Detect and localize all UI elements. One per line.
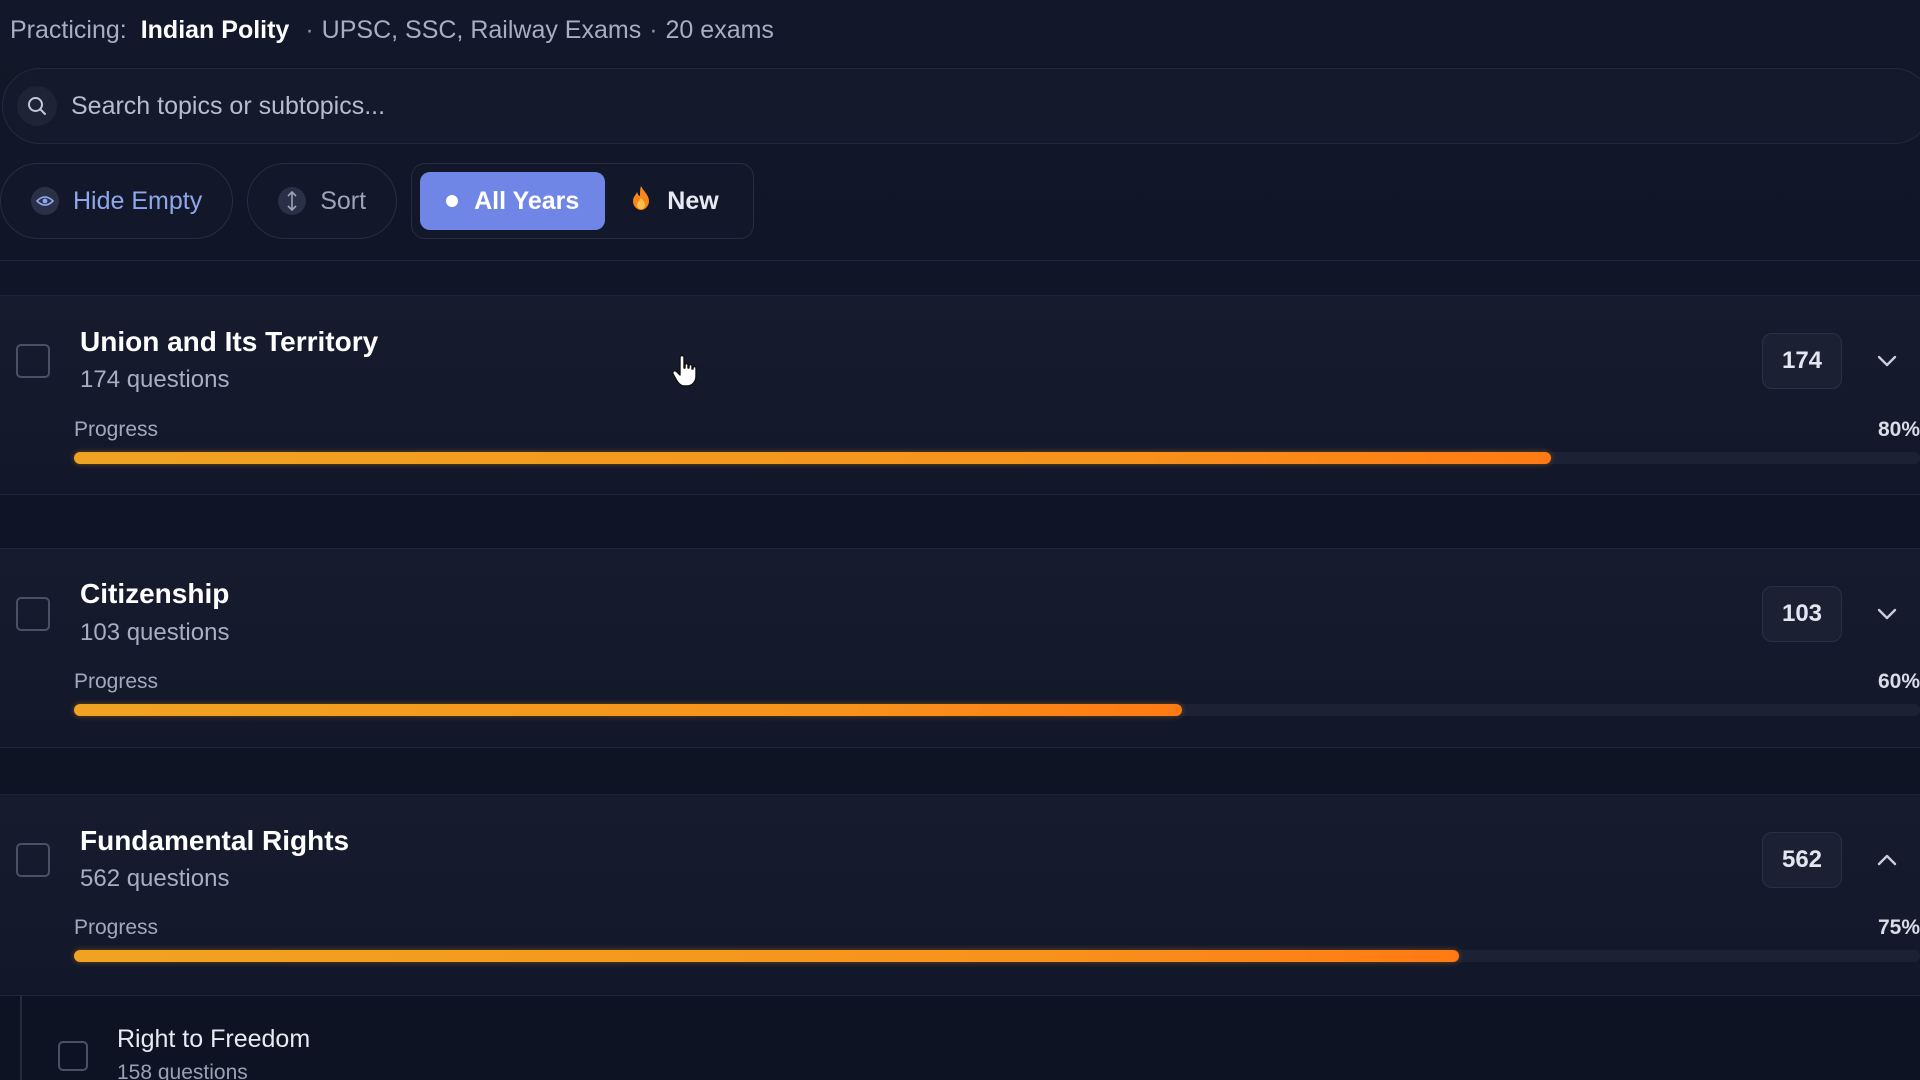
progress-track xyxy=(74,704,1920,716)
divider xyxy=(0,260,1920,261)
exam-list: UPSC, SSC, Railway Exams xyxy=(321,15,642,44)
subtopic-question-count: 158 questions xyxy=(117,1061,248,1080)
topic-question-count: 174 questions xyxy=(80,366,230,393)
subtopic-tree-line xyxy=(20,995,22,1080)
chevron-down-icon[interactable] xyxy=(1872,599,1902,629)
topic-title: Union and Its Territory xyxy=(80,326,379,357)
subtopic-checkbox[interactable] xyxy=(58,1041,88,1071)
all-years-tab[interactable]: All Years xyxy=(420,172,606,230)
exam-count: 20 exams xyxy=(665,15,774,44)
practice-context: Practicing: Indian Polity · UPSC, SSC, R… xyxy=(10,10,774,50)
progress-percent: 60% xyxy=(1877,670,1920,693)
topic-question-count: 103 questions xyxy=(80,619,230,646)
chevron-up-icon[interactable] xyxy=(1872,845,1902,875)
question-count-badge: 103 xyxy=(1762,586,1842,642)
progress-percent: 75% xyxy=(1877,916,1920,939)
question-count-badge: 562 xyxy=(1762,832,1842,888)
eye-icon xyxy=(31,187,59,215)
filter-bar: Hide Empty Sort All Years New xyxy=(0,162,754,240)
sort-icon xyxy=(278,187,307,215)
question-count-badge: 174 xyxy=(1762,333,1842,389)
search-icon xyxy=(17,86,57,126)
progress-track xyxy=(74,452,1920,464)
search-bar[interactable] xyxy=(2,68,1920,144)
subject-name: Indian Polity xyxy=(140,15,290,44)
topic-card-union-and-its-territory[interactable]: Union and Its Territory 174 questions 17… xyxy=(0,295,1920,495)
hand-cursor-icon xyxy=(672,354,697,387)
progress-percent: 80% xyxy=(1877,418,1920,441)
topic-checkbox[interactable] xyxy=(16,843,50,877)
topic-title: Fundamental Rights xyxy=(80,825,350,856)
progress-label: Progress xyxy=(74,670,159,693)
subtopic-title: Right to Freedom xyxy=(117,1025,311,1053)
progress-track xyxy=(74,950,1920,962)
progress-fill xyxy=(74,452,1551,464)
search-input[interactable] xyxy=(69,90,1920,122)
progress-fill xyxy=(74,704,1182,716)
progress-label: Progress xyxy=(74,418,159,441)
new-label: New xyxy=(667,186,719,215)
topics-page: Practicing: Indian Polity · UPSC, SSC, R… xyxy=(0,0,1920,1080)
year-filter-group: All Years New xyxy=(411,163,754,239)
separator: · xyxy=(649,15,658,44)
topic-checkbox[interactable] xyxy=(16,597,50,631)
sort-label: Sort xyxy=(320,186,367,215)
topic-checkbox[interactable] xyxy=(16,344,50,378)
flame-icon xyxy=(631,185,651,218)
hide-empty-button[interactable]: Hide Empty xyxy=(0,163,234,239)
sort-button[interactable]: Sort xyxy=(247,163,398,239)
hide-empty-label: Hide Empty xyxy=(73,186,203,215)
practicing-label: Practicing: xyxy=(10,15,127,44)
dot-icon xyxy=(446,195,459,207)
new-tab[interactable]: New xyxy=(605,172,744,230)
all-years-label: All Years xyxy=(474,186,580,215)
subtopic-right-to-freedom[interactable]: Right to Freedom 158 questions xyxy=(0,995,1920,1080)
chevron-down-icon[interactable] xyxy=(1872,346,1902,376)
topic-title: Citizenship xyxy=(80,578,230,609)
progress-fill xyxy=(74,950,1459,962)
topic-question-count: 562 questions xyxy=(80,865,230,892)
topic-card-citizenship[interactable]: Citizenship 103 questions 103 Progress 6… xyxy=(0,548,1920,748)
progress-label: Progress xyxy=(74,916,159,939)
separator: · xyxy=(305,15,314,44)
topic-card-fundamental-rights[interactable]: Fundamental Rights 562 questions 562 Pro… xyxy=(0,794,1920,996)
